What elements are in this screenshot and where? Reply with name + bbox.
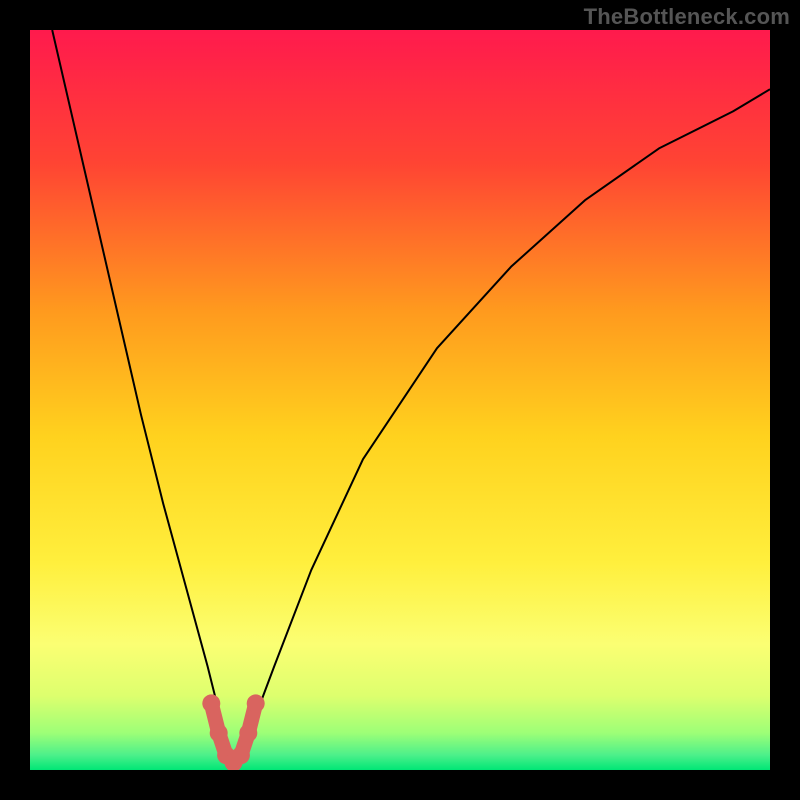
watermark-text: TheBottleneck.com bbox=[584, 4, 790, 30]
chart-svg bbox=[30, 30, 770, 770]
highlight-dip-point bbox=[202, 694, 220, 712]
chart-frame: TheBottleneck.com bbox=[0, 0, 800, 800]
highlight-dip-point bbox=[247, 694, 265, 712]
highlight-dip-point bbox=[239, 724, 257, 742]
gradient-background bbox=[30, 30, 770, 770]
highlight-dip-point bbox=[210, 724, 228, 742]
highlight-dip-point bbox=[232, 746, 250, 764]
plot-area bbox=[30, 30, 770, 770]
